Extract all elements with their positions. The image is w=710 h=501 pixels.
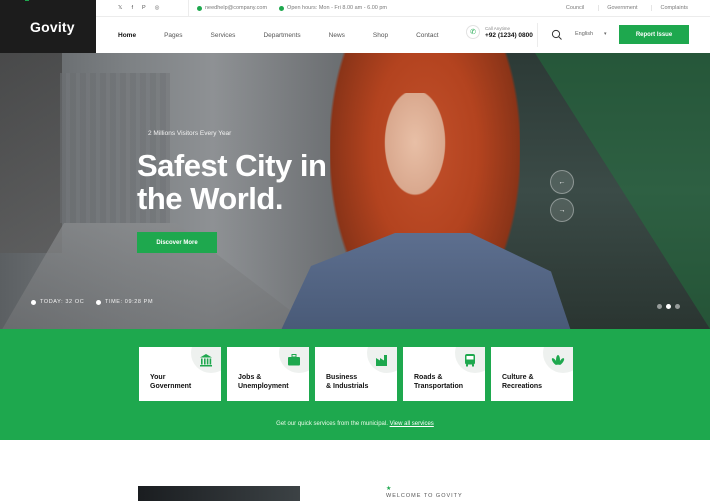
slider-dot[interactable]	[675, 304, 680, 309]
briefcase-icon	[288, 354, 300, 366]
top-bar: 𝕏 f P ◎ needhelp@company.com Open hours:…	[96, 0, 710, 17]
service-card-jobs[interactable]: Jobs & Unemployment	[227, 347, 309, 401]
twitter-icon[interactable]: 𝕏	[118, 5, 122, 11]
top-link-complaints[interactable]: Complaints	[651, 5, 688, 11]
call-anytime[interactable]: ✆ Call Anytime +92 (1234) 0800	[466, 25, 533, 39]
social-links: 𝕏 f P ◎	[96, 0, 189, 16]
caret-down-icon[interactable]: ▾	[604, 31, 607, 37]
nav-item-news[interactable]: News	[329, 32, 345, 39]
nav-item-contact[interactable]: Contact	[416, 32, 438, 39]
slider-dot-active[interactable]	[666, 304, 671, 309]
service-card-label: Jobs & Unemployment	[238, 374, 289, 390]
phone-icon: ✆	[466, 25, 480, 39]
today-text: TODAY: 32 OC	[40, 299, 85, 305]
hero-title-line: the World.	[137, 181, 283, 216]
slider-next-button[interactable]: →	[550, 198, 574, 222]
hero-subtitle: 2 Millions Visitors Every Year	[148, 130, 232, 137]
hero-slider	[0, 53, 710, 329]
service-card-culture[interactable]: Culture & Recreations	[491, 347, 573, 401]
pinterest-icon[interactable]: P	[142, 5, 146, 11]
hero-title-line: Safest City in	[137, 148, 327, 183]
discover-more-button[interactable]: Discover More	[137, 232, 217, 253]
about-image	[138, 486, 300, 501]
email-contact[interactable]: needhelp@company.com	[197, 5, 267, 11]
service-card-roads[interactable]: Roads & Transportation	[403, 347, 485, 401]
instagram-icon[interactable]: ◎	[155, 5, 160, 11]
hero-title: Safest City in the World.	[137, 148, 327, 216]
nav-divider	[537, 23, 538, 47]
bus-icon	[465, 354, 475, 367]
nav-item-services[interactable]: Services	[211, 32, 236, 39]
logo[interactable]: Govity	[0, 0, 96, 53]
service-card-label: Roads & Transportation	[414, 374, 464, 390]
slider-dot[interactable]	[657, 304, 662, 309]
hero-bg-building	[0, 53, 62, 253]
service-card-label: Culture & Recreations	[502, 374, 543, 390]
about-eyebrow: WELCOME TO GOVITY	[386, 493, 463, 499]
weather-icon	[31, 299, 36, 305]
hero-person-face	[380, 93, 450, 203]
services-section: Your Government Jobs & Unemployment Busi…	[0, 329, 710, 440]
main-nav: Home Pages Services Departments News Sho…	[96, 32, 467, 39]
main-navbar: Home Pages Services Departments News Sho…	[96, 17, 710, 53]
view-all-services-link[interactable]: View all services	[390, 421, 434, 427]
clock-icon	[96, 299, 101, 305]
call-label: Call Anytime	[485, 25, 511, 31]
slider-dots	[657, 304, 680, 309]
top-links: Council Government Complaints	[566, 5, 688, 11]
time-text: TIME: 09:28 PM	[105, 299, 154, 305]
logo-text: Govity	[30, 18, 75, 35]
email-text: needhelp@company.com	[205, 5, 268, 11]
service-card-business[interactable]: Business & Industrials	[315, 347, 397, 401]
factory-icon	[376, 355, 387, 366]
top-link-government[interactable]: Government	[598, 5, 637, 11]
report-issue-button[interactable]: Report Issue	[619, 25, 689, 44]
logo-accent-icon	[25, 0, 29, 1]
services-note: Get our quick services from the municipa…	[0, 421, 710, 427]
nav-item-home[interactable]: Home	[118, 32, 136, 39]
service-card-label: Your Government	[150, 374, 192, 390]
search-icon[interactable]	[551, 29, 563, 41]
building-columns-icon	[200, 354, 212, 367]
slider-prev-button[interactable]: ←	[550, 170, 574, 194]
current-time: TIME: 09:28 PM	[96, 299, 153, 305]
star-icon: ★	[386, 486, 392, 492]
language-select[interactable]: English	[575, 31, 593, 37]
open-hours: Open hours: Mon - Fri 8.00 am - 6.00 pm	[279, 5, 387, 11]
service-card-label: Business & Industrials	[326, 374, 369, 390]
facebook-icon[interactable]: f	[131, 5, 133, 11]
service-card-government[interactable]: Your Government	[139, 347, 221, 401]
top-link-council[interactable]: Council	[566, 5, 584, 11]
clock-icon	[279, 5, 285, 11]
today-weather: TODAY: 32 OC	[31, 299, 84, 305]
envelope-icon	[197, 5, 202, 11]
nav-item-departments[interactable]: Departments	[263, 32, 300, 39]
lotus-icon	[551, 355, 565, 365]
call-number: +92 (1234) 0800	[485, 31, 533, 39]
nav-item-shop[interactable]: Shop	[373, 32, 388, 39]
services-note-text: Get our quick services from the municipa…	[276, 421, 388, 427]
nav-item-pages[interactable]: Pages	[164, 32, 182, 39]
hours-text: Open hours: Mon - Fri 8.00 am - 6.00 pm	[287, 5, 388, 11]
